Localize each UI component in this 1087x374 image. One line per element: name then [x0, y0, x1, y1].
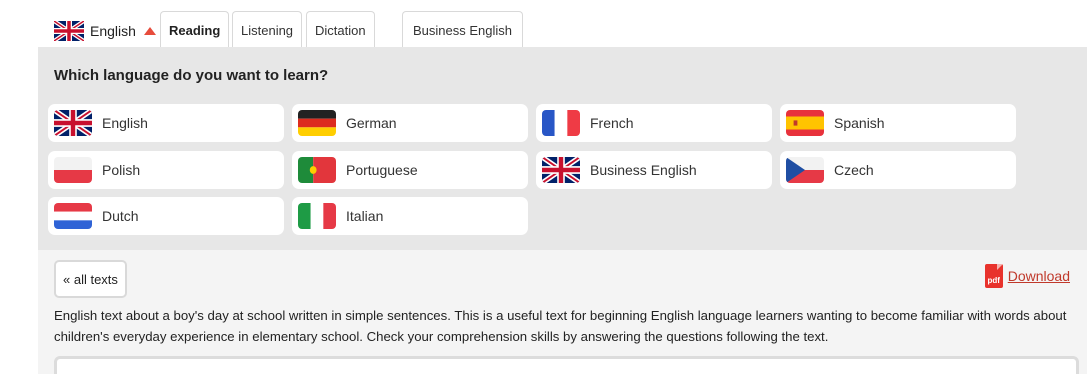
- tab-business-english[interactable]: Business English: [402, 11, 523, 48]
- pdf-icon: pdf: [984, 264, 1003, 288]
- text-detail-section: « all texts pdf Download English text ab…: [38, 250, 1087, 374]
- tab-listening[interactable]: Listening: [232, 11, 303, 48]
- tab-label: Dictation: [315, 22, 366, 38]
- tab-reading[interactable]: Reading: [160, 11, 230, 48]
- french-flag-icon: [542, 110, 580, 136]
- language-option-label: Portuguese: [346, 162, 418, 178]
- language-option-label: English: [102, 115, 148, 131]
- language-option-czech[interactable]: Czech: [780, 151, 1016, 189]
- tab-label: Reading: [169, 22, 221, 38]
- language-option-french[interactable]: French: [536, 104, 772, 142]
- italian-flag-icon: [298, 203, 336, 229]
- czech-flag-icon: [786, 157, 824, 183]
- all-texts-button[interactable]: « all texts: [54, 260, 127, 298]
- text-description: English text about a boy's day at school…: [54, 308, 1067, 344]
- language-option-polish[interactable]: Polish: [48, 151, 284, 189]
- language-option-english[interactable]: English: [48, 104, 284, 142]
- language-option-spanish[interactable]: Spanish: [780, 104, 1016, 142]
- language-option-label: Czech: [834, 162, 874, 178]
- tab-label: Listening: [241, 22, 294, 38]
- language-option-label: Business English: [590, 162, 697, 178]
- language-option-label: Spanish: [834, 115, 885, 131]
- portuguese-flag-icon: [298, 157, 336, 183]
- uk-flag-icon: [542, 157, 580, 183]
- tab-dictation[interactable]: Dictation: [306, 11, 375, 48]
- download-pdf-link[interactable]: pdf Download: [984, 264, 1070, 288]
- language-switcher[interactable]: English: [54, 20, 156, 42]
- language-option-label: German: [346, 115, 397, 131]
- uk-flag-icon: [54, 21, 84, 41]
- caret-up-icon: [143, 27, 156, 35]
- language-option-italian[interactable]: Italian: [292, 197, 528, 235]
- language-switcher-label: English: [90, 23, 136, 39]
- download-label: Download: [1007, 268, 1070, 284]
- reading-text-box: [54, 356, 1079, 374]
- language-option-german[interactable]: German: [292, 104, 528, 142]
- top-tab-bar: English Reading Listening Dictation Busi…: [0, 0, 1087, 48]
- language-option-business-english[interactable]: Business English: [536, 151, 772, 189]
- panel-question: Which language do you want to learn?: [54, 67, 329, 84]
- language-option-dutch[interactable]: Dutch: [48, 197, 284, 235]
- german-flag-icon: [298, 110, 336, 136]
- language-option-label: French: [590, 115, 634, 131]
- dutch-flag-icon: [54, 203, 92, 229]
- uk-flag-icon: [54, 110, 92, 136]
- language-option-label: Italian: [346, 208, 384, 224]
- language-option-label: Polish: [102, 162, 141, 178]
- tab-label: Business English: [413, 22, 512, 38]
- language-option-label: Dutch: [102, 208, 139, 224]
- polish-flag-icon: [54, 157, 92, 183]
- language-selection-panel: Which language do you want to learn? Eng…: [38, 47, 1087, 250]
- spanish-flag-icon: [786, 110, 824, 136]
- language-option-portuguese[interactable]: Portuguese: [292, 151, 528, 189]
